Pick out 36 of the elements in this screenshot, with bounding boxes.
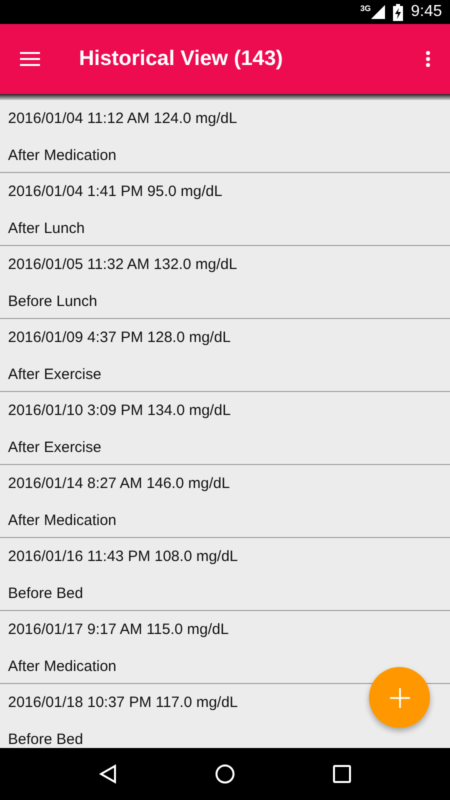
reading-context: After Exercise (8, 366, 102, 384)
battery-icon (392, 4, 403, 20)
reading-text: 2016/01/09 4:37 PM 128.0 mg/dL (8, 329, 231, 347)
reading-context: Before Lunch (8, 293, 98, 311)
reading-item[interactable]: 2016/01/10 3:09 PM 134.0 mg/dL After Exercise (0, 392, 450, 465)
reading-item[interactable]: 2016/01/04 11:12 AM 124.0 mg/dL After Medication (0, 100, 450, 173)
reading-context: After Medication (8, 147, 116, 165)
more-options-icon[interactable] (426, 51, 430, 67)
reading-text: 2016/01/16 11:43 PM 108.0 mg/dL (8, 548, 238, 566)
plus-icon (388, 686, 410, 708)
home-icon[interactable] (215, 764, 235, 784)
reading-text: 2016/01/18 10:37 PM 117.0 mg/dL (8, 694, 238, 712)
reading-item[interactable]: 2016/01/16 11:43 PM 108.0 mg/dL Before Bed (0, 538, 450, 611)
network-type: 3G (360, 4, 371, 13)
signal-icon (370, 5, 385, 19)
reading-text: 2016/01/04 11:12 AM 124.0 mg/dL (8, 110, 238, 128)
clock: 9:45 (410, 3, 442, 21)
back-icon[interactable] (99, 764, 117, 784)
reading-context: Before Bed (8, 731, 84, 748)
reading-text: 2016/01/05 11:32 AM 132.0 mg/dL (8, 256, 238, 274)
reading-context: After Lunch (8, 220, 85, 238)
reading-item[interactable]: 2016/01/05 11:32 AM 132.0 mg/dL Before Lunch (0, 246, 450, 319)
reading-item[interactable]: 2016/01/04 1:41 PM 95.0 mg/dL After Lunch (0, 173, 450, 246)
reading-context: After Medication (8, 658, 116, 676)
reading-text: 2016/01/14 8:27 AM 146.0 mg/dL (8, 475, 230, 493)
screen-title: Historical View (143) (79, 47, 284, 71)
reading-context: After Exercise (8, 439, 102, 457)
reading-text: 2016/01/04 1:41 PM 95.0 mg/dL (8, 183, 222, 201)
reading-text: 2016/01/10 3:09 PM 134.0 mg/dL (8, 402, 231, 420)
reading-context: Before Bed (8, 585, 84, 603)
reading-item[interactable]: 2016/01/14 8:27 AM 146.0 mg/dL After Medication (0, 465, 450, 538)
recents-icon[interactable] (333, 765, 351, 783)
reading-text: 2016/01/17 9:17 AM 115.0 mg/dL (8, 621, 229, 639)
menu-icon[interactable] (20, 52, 40, 66)
reading-item[interactable]: 2016/01/09 4:37 PM 128.0 mg/dL After Exercise (0, 319, 450, 392)
reading-context: After Medication (8, 512, 116, 530)
